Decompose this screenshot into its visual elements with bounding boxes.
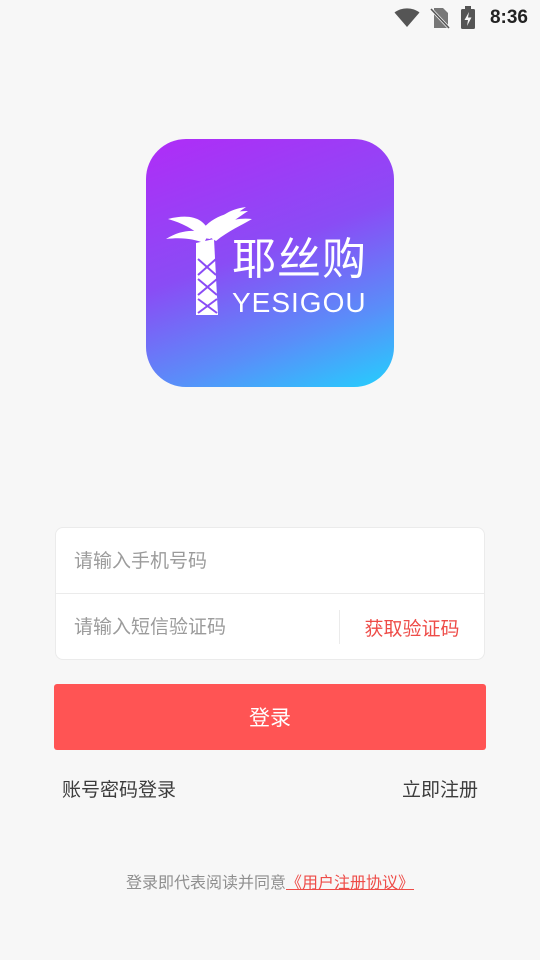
get-code-button[interactable]: 获取验证码 <box>340 594 484 660</box>
code-field-row: 获取验证码 <box>56 594 484 660</box>
logo-brand-cn: 耶丝购 <box>232 234 367 285</box>
agreement-text: 登录即代表阅读并同意《用户注册协议》 <box>0 869 540 893</box>
status-bar: 8:36 <box>0 0 540 36</box>
phone-field-row <box>56 528 484 594</box>
password-login-link[interactable]: 账号密码登录 <box>62 775 176 802</box>
agreement-prefix: 登录即代表阅读并同意 <box>125 873 286 892</box>
status-time: 8:36 <box>489 7 528 28</box>
login-form: 获取验证码 <box>55 527 485 660</box>
wifi-icon <box>394 8 420 28</box>
login-button[interactable]: 登录 <box>54 684 486 750</box>
sms-code-input[interactable] <box>56 594 339 660</box>
phone-input[interactable] <box>56 528 484 593</box>
logo-brand-en: YESIGOU <box>232 287 367 318</box>
user-agreement-link[interactable]: 《用户注册协议》 <box>286 873 414 892</box>
register-link[interactable]: 立即注册 <box>402 775 478 802</box>
no-sim-icon <box>429 7 450 29</box>
app-logo: 耶丝购 YESIGOU <box>146 139 394 387</box>
battery-charging-icon <box>460 6 476 30</box>
